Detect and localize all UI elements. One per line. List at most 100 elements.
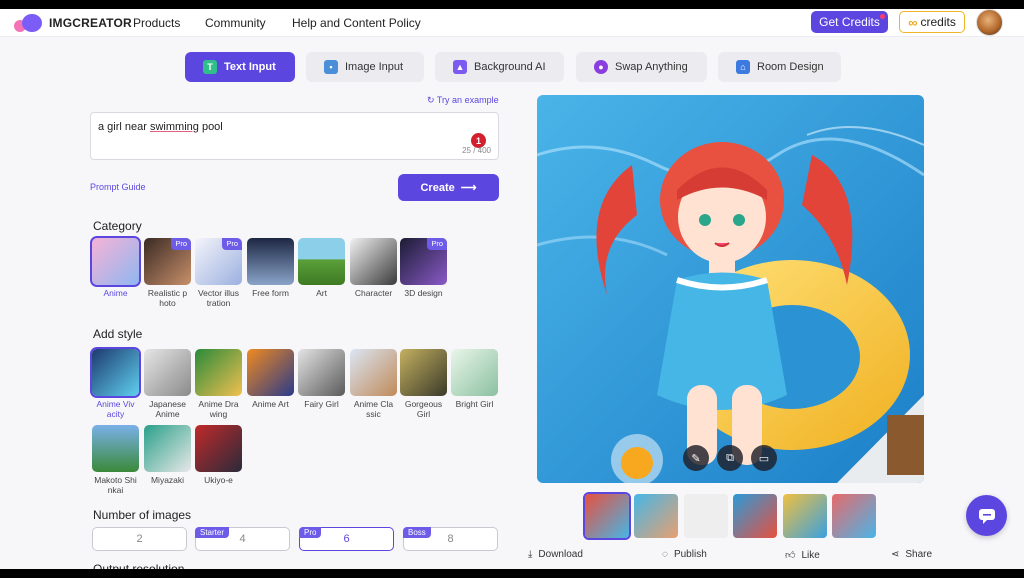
result-thumbnail[interactable]	[634, 494, 678, 538]
num-images-option[interactable]: 2	[92, 527, 187, 551]
style-label: Gorgeous Girl	[400, 399, 447, 419]
open-editor-button[interactable]: ⧉	[717, 445, 743, 471]
style-card[interactable]: Anime Viv acity	[90, 347, 141, 419]
like-button[interactable]: 👍︎ Like	[785, 549, 820, 562]
style-card[interactable]: Anime Cla ssic	[350, 349, 397, 419]
background-ai-icon: ▲	[453, 60, 467, 74]
prompt-textarea[interactable]: a girl near swimming pool 1 25 / 400	[90, 112, 499, 160]
nav-link-community[interactable]: Community	[205, 16, 266, 30]
credits-balance[interactable]: ∞ credits	[899, 11, 965, 33]
label-line: Fairy Girl	[304, 399, 339, 409]
category-card[interactable]: Character	[350, 238, 397, 298]
style-thumbnail	[90, 347, 141, 398]
nav-link-help[interactable]: Help and Content Policy	[292, 16, 421, 30]
edit-brush-button[interactable]: ✎	[683, 445, 709, 471]
style-label: Anime Viv acity	[92, 399, 139, 419]
style-card[interactable]: Fairy Girl	[298, 349, 345, 409]
result-thumbnail[interactable]	[783, 494, 827, 538]
nav-link-products[interactable]: Products	[133, 16, 180, 30]
tab-background-ai[interactable]: ▲ Background AI	[435, 52, 564, 82]
create-button[interactable]: Create ⟶	[398, 174, 499, 201]
style-card[interactable]: Ukiyo-e	[195, 425, 242, 485]
tab-label: Image Input	[345, 61, 404, 73]
label-line: Anime Viv	[96, 399, 135, 409]
category-thumbnail	[298, 238, 345, 285]
style-thumbnail	[400, 349, 447, 396]
label-line: acity	[106, 409, 125, 419]
tab-label: Swap Anything	[615, 61, 688, 73]
category-label: 3D design	[400, 288, 447, 298]
category-label: Art	[298, 288, 345, 298]
chat-bubble-icon	[978, 508, 995, 524]
publish-button[interactable]: ◌ Publish	[662, 549, 707, 560]
upscale-button[interactable]: ▭	[751, 445, 777, 471]
category-label: Vector illus tration	[195, 288, 242, 308]
category-thumbnail	[350, 238, 397, 285]
style-card[interactable]: Anime Art	[247, 349, 294, 409]
notification-dot	[880, 14, 885, 19]
category-card[interactable]: Pro 3D design	[400, 238, 447, 298]
num-images-option[interactable]: Starter 4	[195, 527, 290, 551]
avatar[interactable]	[976, 9, 1003, 36]
tab-label: Room Design	[757, 61, 824, 73]
tab-swap-anything[interactable]: ● Swap Anything	[576, 52, 707, 82]
anime-girl-pool-illustration	[537, 95, 924, 483]
label-line: hoto	[159, 298, 176, 308]
result-thumbnail[interactable]	[684, 494, 728, 538]
output-resolution-title: Output resolution	[93, 563, 184, 569]
tab-text-input[interactable]: T Text Input	[185, 52, 295, 82]
logo[interactable]: IMGCREATOR	[14, 13, 132, 33]
label-line: Japanese	[149, 399, 186, 409]
label-line: Miyazaki	[150, 475, 185, 485]
label-line: Realistic p	[147, 288, 188, 298]
num-images-option[interactable]: Pro 6	[299, 527, 394, 551]
chat-support-button[interactable]	[966, 495, 1007, 536]
generated-image[interactable]	[537, 95, 924, 483]
share-button[interactable]: ⋖ Share	[891, 549, 932, 560]
style-card[interactable]: Anime Dra wing	[195, 349, 242, 419]
try-example-label: Try an example	[436, 95, 499, 105]
category-thumbnail	[90, 236, 141, 287]
style-label: Bright Girl	[451, 399, 498, 409]
logo-text: IMGCREATOR	[49, 16, 132, 30]
num-images-option[interactable]: Boss 8	[403, 527, 498, 551]
tab-image-input[interactable]: ▪ Image Input	[306, 52, 424, 82]
label-line: tration	[206, 298, 231, 308]
result-thumbnail[interactable]	[583, 492, 631, 540]
get-credits-button[interactable]: Get Credits	[811, 11, 888, 33]
label-line: Gorgeous	[404, 399, 443, 409]
tab-room-design[interactable]: ⌂ Room Design	[718, 52, 841, 82]
logo-icon	[14, 14, 46, 32]
category-card[interactable]: Anime	[90, 236, 141, 298]
label-line: Anime	[155, 409, 180, 419]
tab-label: Text Input	[224, 61, 276, 73]
style-thumbnail	[144, 349, 191, 396]
prompt-text-part: pool	[198, 121, 223, 133]
category-title: Category	[93, 219, 142, 233]
style-thumbnail	[144, 425, 191, 472]
app-window: IMGCREATOR Products Community Help and C…	[0, 9, 1024, 569]
prompt-guide-link[interactable]: Prompt Guide	[90, 182, 146, 192]
style-card[interactable]: Bright Girl	[451, 349, 498, 409]
style-card[interactable]: Japanese Anime	[144, 349, 191, 419]
style-card[interactable]: Makoto Shi nkai	[92, 425, 139, 495]
get-credits-label: Get Credits	[819, 15, 880, 29]
download-button[interactable]: ⤓ Download	[528, 549, 583, 560]
pencil-icon: ✎	[691, 452, 701, 465]
result-thumbnail[interactable]	[832, 494, 876, 538]
style-card[interactable]: Gorgeous Girl	[400, 349, 447, 419]
category-card[interactable]: Free form	[247, 238, 294, 298]
style-card[interactable]: Miyazaki	[144, 425, 191, 485]
prompt-text-part: a girl near	[98, 121, 150, 133]
pro-badge: Pro	[171, 238, 191, 250]
category-card[interactable]: Pro Realistic p hoto	[144, 238, 191, 308]
category-card[interactable]: Art	[298, 238, 345, 298]
text-input-icon: T	[203, 60, 217, 74]
action-label: Download	[538, 549, 583, 560]
option-value: 6	[343, 533, 350, 545]
category-card[interactable]: Pro Vector illus tration	[195, 238, 242, 308]
try-example-link[interactable]: ↻ Try an example	[427, 95, 499, 106]
pro-badge: Pro	[222, 238, 242, 250]
style-title: Add style	[93, 327, 143, 341]
result-thumbnail[interactable]	[733, 494, 777, 538]
